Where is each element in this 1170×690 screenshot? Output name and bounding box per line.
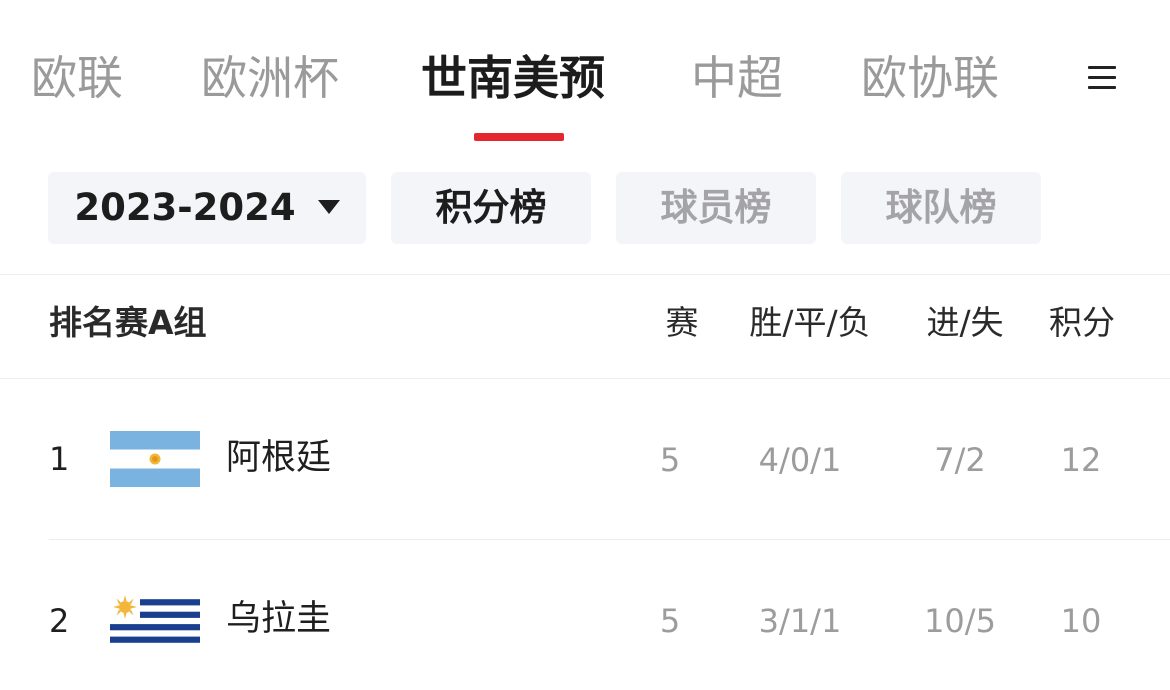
header-divider: [0, 378, 1170, 379]
section-divider: [0, 274, 1170, 275]
uruguay-flag-icon: [110, 593, 200, 649]
caret-down-icon: [317, 199, 340, 214]
win-draw-loss: 3/1/1: [758, 602, 842, 640]
tab-conmebol-qualifiers[interactable]: 世南美预: [421, 48, 605, 108]
group-title: 排名赛A组: [49, 303, 207, 342]
rank-number: 2: [49, 602, 70, 640]
hamburger-menu-icon[interactable]: [1086, 64, 1120, 92]
standings-button[interactable]: 积分榜: [391, 172, 591, 244]
season-label: 2023-2024: [74, 186, 296, 229]
player-rankings-button[interactable]: 球员榜: [616, 172, 816, 244]
col-header-points: 积分: [1049, 303, 1115, 342]
table-row[interactable]: 1 阿根廷 5 4/0/1 7/2 12: [0, 380, 1170, 530]
team-name: 乌拉圭: [226, 599, 332, 639]
competition-tabs: 欧联 欧洲杯 世南美预 中超 欧协联: [0, 0, 1170, 150]
season-dropdown[interactable]: 2023-2024: [48, 172, 366, 244]
win-draw-loss: 4/0/1: [758, 441, 842, 479]
rank-number: 1: [49, 440, 70, 478]
col-header-wdl: 胜/平/负: [749, 303, 871, 342]
points: 10: [1060, 602, 1102, 640]
points: 12: [1060, 441, 1102, 479]
goals-for-against: 10/5: [924, 602, 996, 640]
active-tab-indicator: [474, 133, 564, 141]
tab-csl[interactable]: 中超: [691, 48, 783, 108]
table-row[interactable]: 2 乌拉圭 5 3/1/1 10/5 10: [0, 540, 1170, 690]
matches-played: 5: [659, 602, 681, 640]
matches-played: 5: [659, 441, 681, 479]
tab-euro-cup[interactable]: 欧洲杯: [201, 48, 339, 108]
tab-conference-league[interactable]: 欧协联: [861, 48, 999, 108]
argentina-flag-icon: [110, 431, 200, 487]
tab-europa-league[interactable]: 欧联: [31, 48, 123, 108]
team-rankings-button[interactable]: 球队榜: [841, 172, 1041, 244]
col-header-played: 赛: [665, 303, 699, 342]
goals-for-against: 7/2: [934, 441, 986, 479]
team-name: 阿根廷: [226, 438, 332, 478]
col-header-gfga: 进/失: [926, 303, 1004, 342]
